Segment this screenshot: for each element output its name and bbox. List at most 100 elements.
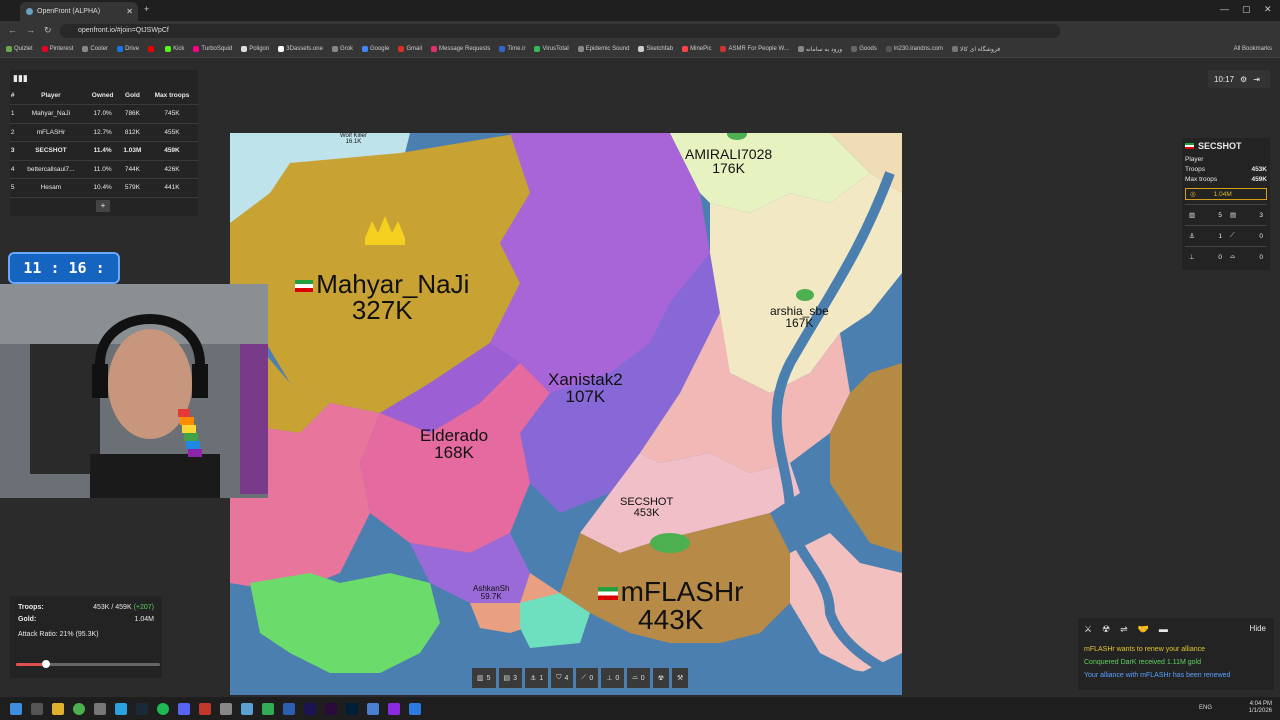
leaderboard-icon[interactable]: ▮▮▮ bbox=[13, 73, 28, 84]
url-field[interactable]: openfront.io/#join=QtJSWpCf bbox=[60, 24, 1060, 38]
obs-icon[interactable] bbox=[199, 702, 211, 715]
after-effects-icon[interactable] bbox=[304, 702, 316, 715]
back-icon[interactable]: ← bbox=[8, 25, 17, 35]
warship-stat: ⌓ 0 bbox=[1226, 246, 1267, 267]
chat-icon[interactable]: ▬ bbox=[1159, 624, 1168, 635]
bookmark-item[interactable]: ln230.irandns.com bbox=[885, 46, 943, 52]
bookmark-item[interactable]: 3Dassets.one bbox=[278, 46, 323, 52]
shield-icon: ⛉ bbox=[556, 674, 562, 681]
minimize-icon[interactable]: — bbox=[1220, 4, 1229, 14]
app-icon[interactable] bbox=[388, 702, 400, 715]
blender-icon[interactable] bbox=[367, 702, 379, 715]
build-hydrogen-button[interactable]: ⚒ bbox=[671, 668, 689, 688]
bookmark-item[interactable]: Drive bbox=[117, 46, 139, 52]
start-icon[interactable] bbox=[10, 702, 22, 715]
leaderboard-cell: Hesam bbox=[15, 178, 87, 198]
bookmark-label: Grok bbox=[339, 46, 353, 52]
clock-time[interactable]: 4:04 PM bbox=[1249, 701, 1272, 708]
hide-events-button[interactable]: Hide bbox=[1250, 624, 1266, 633]
nuke-icon[interactable]: ☢ bbox=[1102, 624, 1110, 635]
bookmark-item[interactable]: ASMR For People W... bbox=[720, 46, 789, 52]
event-message[interactable]: Your alliance with mFLASHr has been rene… bbox=[1084, 669, 1268, 682]
clock-date[interactable]: 1/1/2026 bbox=[1249, 708, 1272, 715]
bookmark-item[interactable]: Kick bbox=[165, 46, 184, 52]
premiere-icon[interactable] bbox=[325, 702, 337, 715]
exit-icon[interactable]: ⇥ bbox=[1253, 75, 1260, 84]
bookmark-item[interactable]: Message Requests bbox=[430, 46, 490, 52]
bookmark-item[interactable]: VirusTotal bbox=[534, 46, 569, 52]
forward-icon[interactable]: → bbox=[26, 25, 35, 35]
flag-icon bbox=[598, 587, 618, 600]
leaderboard-row[interactable]: 4 bettercallsaul7... 11.0% 744K 426K bbox=[10, 160, 198, 179]
all-bookmarks-link[interactable]: All Bookmarks bbox=[1234, 46, 1272, 52]
alliance-icon[interactable]: 🤝 bbox=[1138, 624, 1149, 635]
steam-icon[interactable] bbox=[136, 702, 148, 715]
col-owned[interactable]: Owned bbox=[86, 86, 119, 105]
close-window-icon[interactable]: ✕ bbox=[1264, 4, 1272, 15]
bookmark-item[interactable]: MinePic bbox=[682, 46, 711, 52]
app-icon[interactable] bbox=[241, 702, 253, 715]
expand-leaderboard-button[interactable]: + bbox=[96, 200, 110, 212]
build-city-button[interactable]: ▥ 5 bbox=[472, 668, 496, 688]
build-sam-button[interactable]: ⊥ 0 bbox=[601, 668, 625, 688]
events-panel: ⚔ ☢ ⇌ 🤝 ▬ Hide mFLASHr wants to renew yo… bbox=[1078, 618, 1274, 690]
bookmark-item[interactable]: Sketchfab bbox=[638, 46, 673, 52]
app-icon[interactable] bbox=[262, 702, 274, 715]
sword-icon[interactable]: ⚔ bbox=[1084, 624, 1092, 635]
app-icon[interactable] bbox=[409, 702, 421, 715]
app-icon[interactable] bbox=[94, 702, 106, 715]
build-defense-button[interactable]: ⛉ 4 bbox=[551, 668, 574, 688]
search-icon[interactable] bbox=[31, 702, 43, 715]
system-tray: ENG 4:04 PM 1/1/2026 bbox=[1199, 701, 1272, 715]
bookmark-favicon-icon bbox=[885, 46, 892, 52]
leaderboard-cell: 12.7% bbox=[86, 123, 119, 142]
restore-icon[interactable]: ▢ bbox=[1242, 4, 1251, 15]
event-message[interactable]: Conquered DarK received 1.11M gold bbox=[1084, 656, 1268, 669]
language-indicator[interactable]: ENG bbox=[1199, 705, 1212, 712]
bookmark-item[interactable]: Quizlet bbox=[6, 46, 33, 52]
reload-icon[interactable]: ↻ bbox=[44, 25, 52, 36]
bookmark-item[interactable]: Google bbox=[361, 46, 389, 52]
game-map[interactable]: Mahyar_NaJi 327K Xanistak2 107K Elderado 168K… bbox=[230, 133, 902, 695]
bookmark-item[interactable] bbox=[148, 46, 156, 52]
leaderboard-row[interactable]: 1 Mahyar_NaJi 17.0% 786K 745K bbox=[10, 104, 198, 124]
app-icon[interactable] bbox=[283, 702, 295, 715]
telegram-icon[interactable] bbox=[115, 702, 127, 715]
trade-icon[interactable]: ⇌ bbox=[1120, 624, 1128, 635]
build-missile-button[interactable]: ⟋ 0 bbox=[576, 668, 599, 688]
leaderboard-row[interactable]: 2 mFLASHr 12.7% 812K 455K bbox=[10, 123, 198, 142]
address-bar: ← → ↻ openfront.io/#join=QtJSWpCf bbox=[0, 21, 1280, 41]
build-port-button[interactable]: ⚓ 1 bbox=[525, 668, 549, 688]
bookmark-item[interactable]: Gmail bbox=[398, 46, 422, 52]
settings-icon[interactable]: ⚙ bbox=[1240, 75, 1247, 84]
bookmark-item[interactable]: Epidemic Sound bbox=[577, 46, 629, 52]
bookmark-item[interactable]: Pinterest bbox=[41, 46, 73, 52]
bookmark-item[interactable]: Cooler bbox=[82, 46, 108, 52]
leaderboard-table: # Player Owned Gold Max troops 1 Mahyar_N… bbox=[10, 86, 198, 198]
bookmark-item[interactable]: Goods bbox=[851, 46, 877, 52]
bookmark-item[interactable]: Poligon bbox=[241, 46, 269, 52]
leaderboard-row[interactable]: 5 Hesam 10.4% 579K 441K bbox=[10, 178, 198, 198]
app-icon[interactable] bbox=[220, 702, 232, 715]
spotify-icon[interactable] bbox=[157, 702, 169, 715]
bookmark-item[interactable]: Grok bbox=[331, 46, 353, 52]
build-nuke-button[interactable]: ☢ bbox=[652, 668, 669, 688]
bookmark-favicon-icon bbox=[6, 46, 12, 52]
build-factory-button[interactable]: ▤ 3 bbox=[498, 668, 523, 688]
discord-icon[interactable] bbox=[178, 702, 190, 715]
bookmark-item[interactable]: Time.ir bbox=[499, 46, 525, 52]
event-message[interactable]: mFLASHr wants to renew your alliance bbox=[1084, 643, 1268, 656]
new-tab-icon[interactable]: + bbox=[144, 4, 149, 14]
leaderboard-row[interactable]: 3 SECSHOT 11.4% 1.03M 459K bbox=[10, 141, 198, 161]
bookmark-item[interactable]: فروشگاه ای کالا bbox=[951, 46, 1000, 53]
bookmark-item[interactable]: TurboSquid bbox=[193, 46, 232, 52]
explorer-icon[interactable] bbox=[52, 702, 64, 715]
bookmark-item[interactable]: ورود به سامانه bbox=[797, 46, 842, 53]
chrome-icon[interactable] bbox=[73, 702, 85, 715]
build-warship-button[interactable]: ⌓ 0 bbox=[627, 668, 650, 688]
photoshop-icon[interactable] bbox=[346, 702, 358, 715]
bookmark-favicon-icon bbox=[361, 46, 368, 52]
close-tab-icon[interactable]: ✕ bbox=[126, 7, 133, 16]
attack-ratio-slider[interactable] bbox=[16, 660, 160, 668]
browser-tab[interactable]: OpenFront (ALPHA) ✕ bbox=[20, 2, 138, 21]
